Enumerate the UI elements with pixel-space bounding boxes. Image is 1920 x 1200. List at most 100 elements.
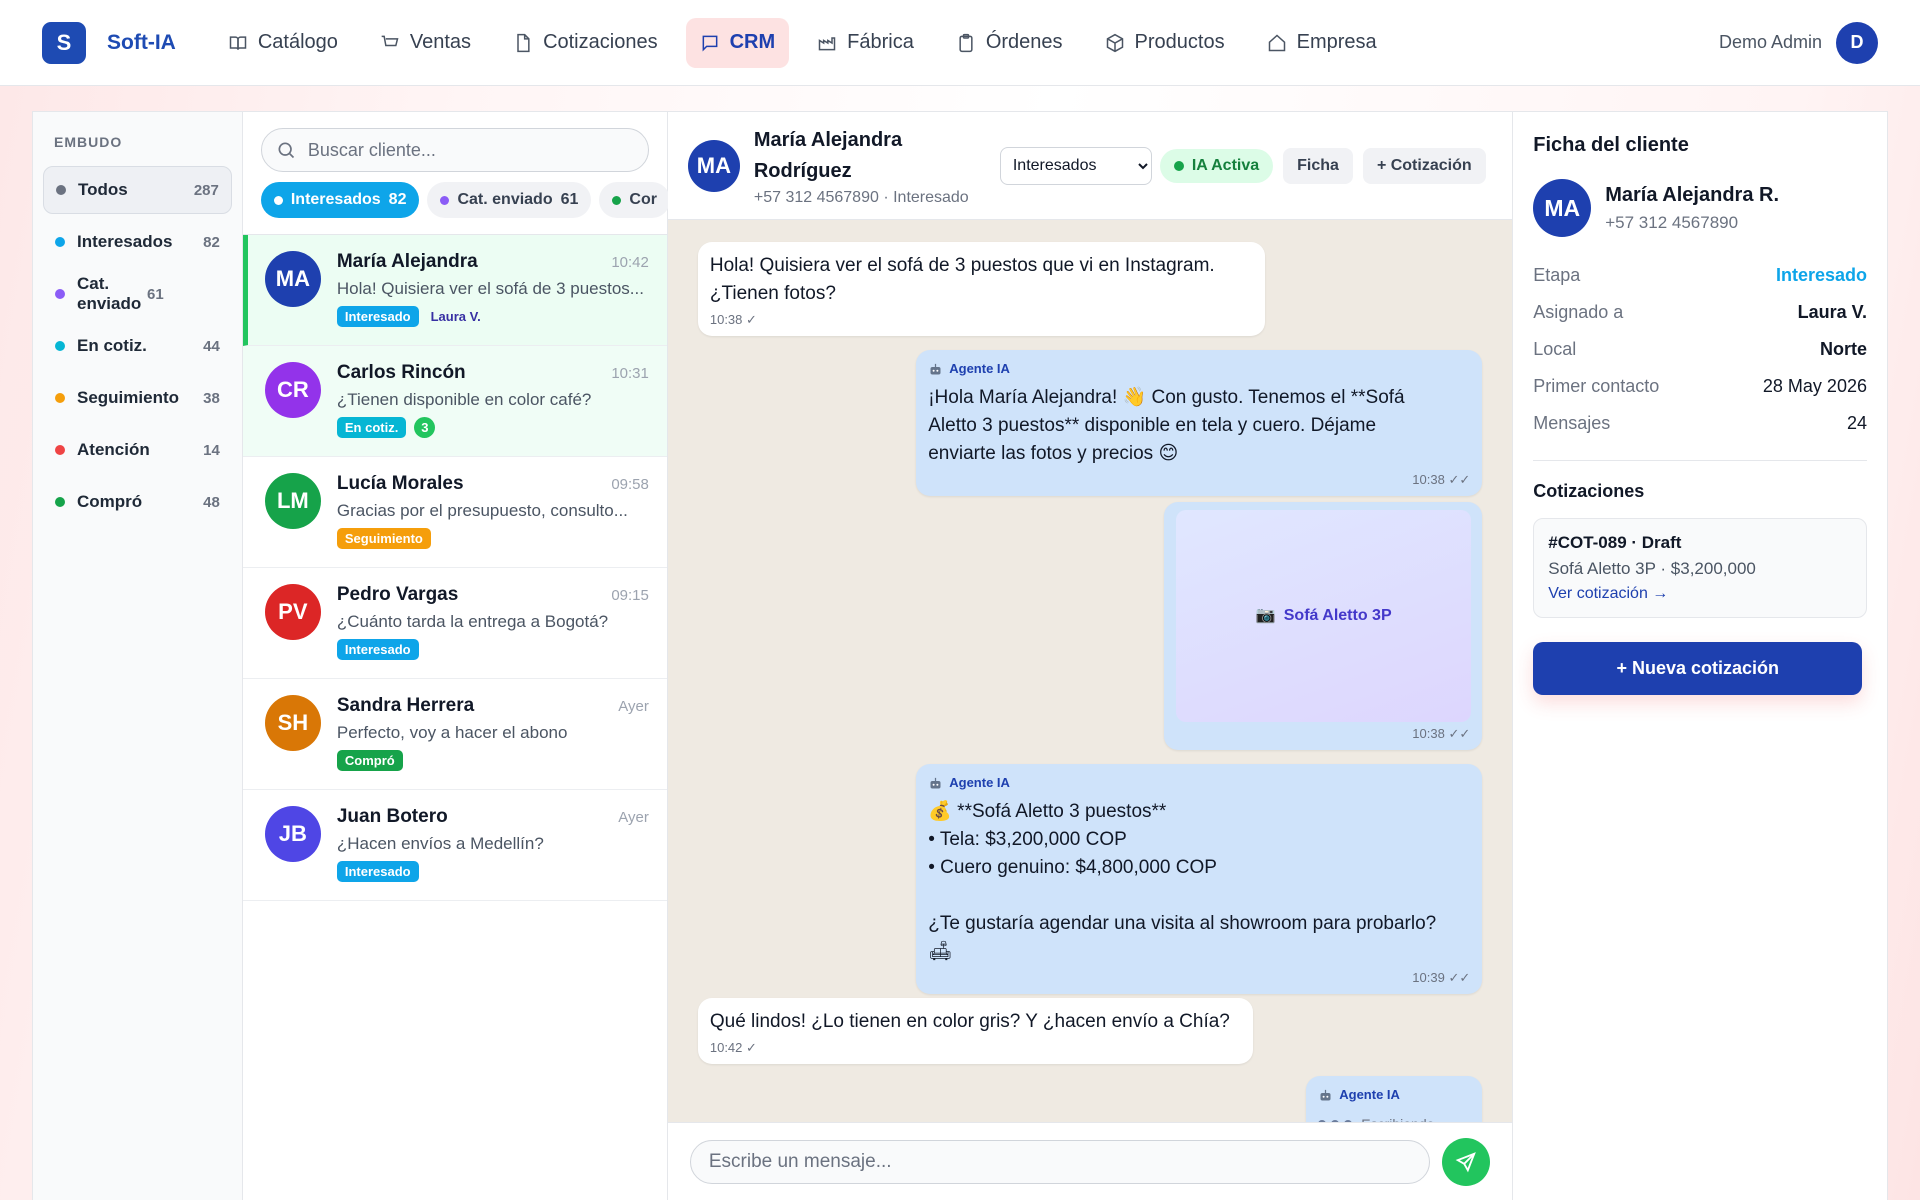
conversation-time: 10:31 <box>611 364 649 382</box>
agent-label: Agente IA <box>928 774 1470 792</box>
user-avatar[interactable]: D <box>1836 21 1878 64</box>
typing-text: Escribiendo... <box>1361 1110 1446 1122</box>
funnel-item-count: 287 <box>193 181 219 199</box>
conversation-item[interactable]: SH Sandra Herrera Ayer Perfecto, voy a hace… <box>242 679 667 790</box>
nav-catalogo[interactable]: Catálogo <box>214 18 352 68</box>
stage-dot <box>55 289 65 299</box>
app-logo[interactable]: S <box>42 21 86 64</box>
typing-dot <box>1318 1120 1327 1122</box>
search-input[interactable] <box>307 139 608 161</box>
user-menu[interactable]: Demo Admin D <box>1718 21 1878 64</box>
nav-crm[interactable]: CRM <box>685 17 790 68</box>
typing-dot <box>1331 1120 1340 1122</box>
funnel-item-label: Cat. enviado <box>77 274 142 313</box>
nav-label: Catálogo <box>257 31 338 53</box>
funnel-item-count: 82 <box>203 233 220 251</box>
status-badge: Interesado <box>336 639 419 660</box>
conversation-avatar: LM <box>264 473 321 529</box>
client-avatar: MA <box>1533 179 1592 237</box>
conversation-preview: Hola! Quisiera ver el sofá de 3 puestos.… <box>336 279 644 298</box>
new-quote-button[interactable]: + Nueva cotización <box>1533 642 1863 695</box>
funnel-item[interactable]: Interesados 82 <box>43 218 232 266</box>
client-field-value: 24 <box>1846 413 1867 433</box>
camera-icon: 📷 <box>1255 607 1276 624</box>
quote-description: Sofá Aletto 3P · $3,200,000 <box>1548 559 1756 578</box>
stage-select[interactable]: Interesados <box>999 146 1152 185</box>
quote-card[interactable]: #COT-089 · Draft Sofá Aletto 3P · $3,200… <box>1533 518 1867 618</box>
status-badge: 3 <box>414 417 436 438</box>
client-field-label: Primer contacto <box>1533 376 1660 396</box>
conversation-body: María Alejandra 10:42 Hola! Quisiera ver e… <box>336 251 649 345</box>
conversation-preview: Perfecto, voy a hacer el abono <box>336 723 568 742</box>
conversation-item[interactable]: JB Juan Botero Ayer ¿Hacen envíos a Medellí… <box>242 790 667 901</box>
conversation-header: María Alejandra 10:42 <box>337 251 649 273</box>
nav-ordenes[interactable]: Órdenes <box>942 18 1077 68</box>
app-name[interactable]: Soft-IA <box>107 31 176 55</box>
book-icon <box>229 35 247 50</box>
stage-chip[interactable]: Interesados 82 <box>260 182 420 218</box>
contact-avatar[interactable]: MA <box>687 139 740 192</box>
funnel-item[interactable]: En cotiz. 44 <box>43 322 232 370</box>
funnel-item-label: Compró <box>77 492 143 511</box>
conversation-tags: Seguimiento <box>336 528 649 549</box>
stage-dot <box>55 237 65 247</box>
nav-fabrica[interactable]: Fábrica <box>803 18 928 68</box>
stage-chip[interactable]: Cor <box>599 182 668 218</box>
search-box[interactable] <box>260 128 649 172</box>
conversation-header: Lucía Morales 09:58 <box>337 473 649 495</box>
nav-productos[interactable]: Productos <box>1091 18 1239 68</box>
funnel-item-label: En cotiz. <box>77 336 147 355</box>
chip-label: Interesados <box>290 191 381 208</box>
nav-ventas[interactable]: Ventas <box>366 18 485 68</box>
client-field-value: Norte <box>1819 339 1867 359</box>
funnel-item[interactable]: Seguimiento 38 <box>43 374 232 422</box>
funnel-item-label: Seguimiento <box>77 388 180 407</box>
conversation-item[interactable]: MA María Alejandra 10:42 Hola! Quisiera ver… <box>242 235 667 346</box>
stage-chip[interactable]: Cat. enviado 61 <box>427 182 592 218</box>
agent-name: Agente IA <box>949 361 1010 376</box>
ia-badge-label: IA Activa <box>1191 156 1260 174</box>
chip-dot <box>440 195 450 205</box>
robot-icon <box>930 777 941 788</box>
conversation-item[interactable]: CR Carlos Rincón 10:31 ¿Tienen disponible e… <box>242 346 667 457</box>
search-icon <box>278 142 294 159</box>
ficha-button[interactable]: Ficha <box>1283 147 1353 184</box>
add-quote-button[interactable]: + Cotización <box>1362 147 1486 184</box>
cart-icon <box>381 35 399 46</box>
chat-panel: MA María Alejandra Rodríguez +57 312 456… <box>667 112 1514 1200</box>
conversation-item[interactable]: LM Lucía Morales 09:58 Gracias por el presu… <box>242 457 667 568</box>
typing-dot <box>1344 1120 1353 1122</box>
funnel-item[interactable]: Compró 48 <box>43 478 232 526</box>
conversation-item[interactable]: PV Pedro Vargas 09:15 ¿Cuánto tarda la entr… <box>242 568 667 679</box>
conversation-time: Ayer <box>618 808 649 826</box>
client-field-label: Local <box>1533 339 1577 359</box>
quote-id: #COT-089 · Draft <box>1548 533 1682 552</box>
conversation-name: Pedro Vargas <box>336 584 459 605</box>
conversation-preview: ¿Hacen envíos a Medellín? <box>336 834 544 853</box>
nav-label: Cotizaciones <box>543 31 658 53</box>
view-quote-link[interactable]: Ver cotización → <box>1548 585 1852 603</box>
conversation-avatar: PV <box>264 584 321 640</box>
conversation-body: Pedro Vargas 09:15 ¿Cuánto tarda la entreg… <box>336 584 649 678</box>
message-input[interactable] <box>689 1139 1431 1184</box>
message-thread[interactable]: Hola! Quisiera ver el sofá de 3 puestos … <box>667 220 1513 1122</box>
ia-active-badge[interactable]: IA Activa <box>1159 148 1274 183</box>
outgoing-message: Agente IA Escribiendo... <box>1306 1076 1483 1122</box>
message-line: 🛋 <box>928 941 953 962</box>
user-name: Demo Admin <box>1718 32 1822 52</box>
image-attachment[interactable]: 📷 Sofá Aletto 3P <box>1176 510 1472 722</box>
funnel-item[interactable]: Cat. enviado 61 <box>43 270 232 318</box>
message-time: 10:38 ✓ <box>709 312 757 327</box>
agent-name: Agente IA <box>1339 1087 1400 1102</box>
nav-cotizaciones[interactable]: Cotizaciones <box>499 18 672 68</box>
client-field-row: Mensajes 24 <box>1533 405 1867 442</box>
funnel-item[interactable]: Todos 287 <box>43 166 232 214</box>
factory-icon <box>818 36 836 50</box>
chip-label: Cat. enviado <box>457 191 553 208</box>
message-line: ¡Hola María Alejandra! 👋 Con gusto. Tene… <box>928 387 1405 408</box>
conversation-header: Pedro Vargas 09:15 <box>337 584 649 606</box>
funnel-item[interactable]: Atención 14 <box>43 426 232 474</box>
nav-empresa[interactable]: Empresa <box>1253 18 1391 68</box>
send-button[interactable] <box>1442 1137 1491 1186</box>
client-field-row: Asignado a Laura V. <box>1533 294 1867 331</box>
